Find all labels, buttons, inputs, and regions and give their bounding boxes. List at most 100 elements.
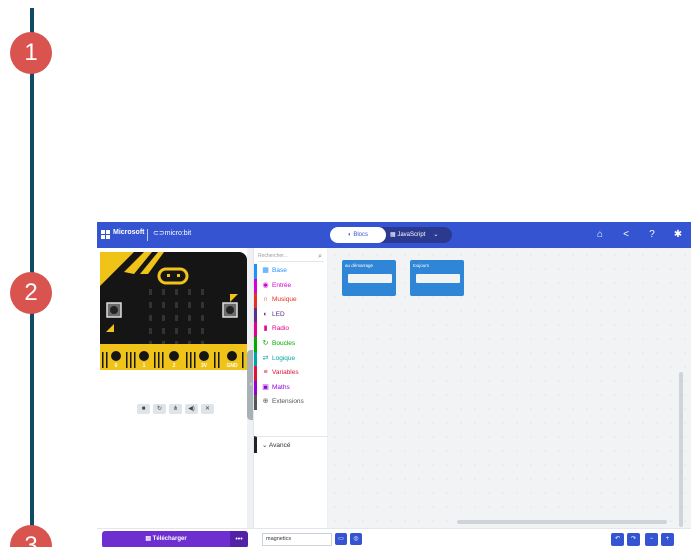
- category-label: Logique: [272, 354, 296, 362]
- loop-icon: ↻: [262, 339, 269, 347]
- on-start-label: au démarrage: [345, 263, 374, 268]
- editor-toggle: ◐ Blocs ▦ JavaScript ⌄: [330, 227, 452, 243]
- category-variables[interactable]: ≡ Variables: [254, 366, 328, 381]
- microbit-label: micro:bit: [164, 230, 192, 237]
- category-avance[interactable]: ⌄ Avancé: [254, 436, 328, 453]
- microbit-board[interactable]: 0 1 2 3V GND: [100, 252, 247, 370]
- category-label: LED: [272, 310, 285, 318]
- shuffle-icon: ⇄: [262, 354, 269, 362]
- project-name-input[interactable]: magnetics: [262, 533, 332, 546]
- page: 1 2 3 Microsoft ⊂⊃micro:bit ◐ Blocs ▦ Ja…: [0, 0, 691, 547]
- pin-gnd-label: GND: [226, 363, 238, 369]
- zoom-out-icon: −: [649, 536, 654, 542]
- fullscreen-icon[interactable]: ✕: [201, 404, 214, 414]
- zoom-in-button[interactable]: +: [661, 533, 674, 546]
- category-label: Boucles: [272, 339, 296, 347]
- category-label: Radio: [272, 325, 289, 333]
- plus-icon: ⊕: [262, 398, 269, 406]
- category-maths[interactable]: ▣ Maths: [254, 380, 328, 396]
- pin-0-label: 0: [115, 363, 118, 369]
- category-label: Extensions: [272, 398, 304, 406]
- microsoft-logo-icon: [101, 230, 111, 240]
- share-icon[interactable]: <: [619, 228, 633, 242]
- simulator-panel: 0 1 2 3V GND ■ ↻ ⋔ ◀) ✕: [97, 248, 247, 547]
- github-icon: ◎: [353, 536, 359, 542]
- undo-button[interactable]: ↶: [611, 533, 624, 546]
- zoom-in-icon: +: [665, 536, 670, 542]
- pin-3v-label: 3V: [201, 363, 208, 369]
- blocks-workspace[interactable]: au démarrage toujours: [328, 248, 691, 528]
- category-boucles[interactable]: ↻ Boucles: [254, 336, 328, 352]
- tab-blocks[interactable]: ◐ Blocs: [330, 227, 386, 243]
- bottom-bar: ▤ Télécharger ••• magnetics ▭ ◎ ↶ ↷ − +: [97, 528, 691, 547]
- home-icon[interactable]: ⌂: [593, 228, 607, 242]
- step-marker-1: 1: [10, 32, 52, 74]
- category-radio[interactable]: ▮ Radio: [254, 322, 328, 337]
- slowmo-icon[interactable]: ⋔: [169, 404, 182, 414]
- chevron-left-icon: ‹: [249, 381, 253, 388]
- category-logique[interactable]: ⇄ Logique: [254, 351, 328, 367]
- input-icon: ◉: [262, 281, 269, 289]
- more-options-button[interactable]: •••: [230, 531, 248, 547]
- download-label: Télécharger: [152, 536, 187, 542]
- forever-slot: [416, 274, 460, 283]
- chevron-down-icon[interactable]: ⌄: [433, 232, 438, 238]
- forever-label: toujours: [413, 263, 430, 268]
- simulator-controls: ■ ↻ ⋔ ◀) ✕: [137, 404, 214, 414]
- category-label: Base: [272, 267, 287, 274]
- category-label: Maths: [272, 383, 290, 391]
- workspace-vertical-scrollbar[interactable]: [679, 372, 683, 527]
- github-button[interactable]: ◎: [350, 533, 362, 545]
- grid-icon: ▦: [262, 267, 269, 274]
- signal-icon: ▮: [263, 325, 268, 333]
- download-icon: ▤: [145, 536, 153, 542]
- top-icons: ⌂ < ? ✱: [593, 228, 685, 242]
- tab-javascript[interactable]: ▦ JavaScript ⌄: [390, 227, 448, 243]
- category-led[interactable]: ◐ LED: [254, 307, 328, 323]
- category-label: Musique: [272, 296, 297, 304]
- sound-icon[interactable]: ◀): [185, 404, 198, 414]
- calculator-icon: ▣: [262, 383, 269, 391]
- search-input[interactable]: Rechercher...: [258, 253, 288, 259]
- category-extensions[interactable]: ⊕ Extensions: [254, 395, 328, 410]
- list-icon: ≡: [263, 369, 268, 377]
- microsoft-label: Microsoft: [113, 229, 145, 236]
- redo-icon: ↷: [630, 536, 637, 542]
- category-entree[interactable]: ◉ Entrée: [254, 278, 328, 294]
- category-list: ▦ Base ◉ Entrée ∩ Musique ◐ LED ▮ Radio ↻ Bouc…: [254, 264, 328, 410]
- help-icon[interactable]: ?: [645, 228, 659, 242]
- brand-divider: [147, 229, 148, 241]
- chevron-down-icon: ⌄: [262, 442, 269, 449]
- category-base[interactable]: ▦ Base: [254, 264, 328, 279]
- on-start-block[interactable]: au démarrage: [342, 260, 396, 296]
- toolbox: Rechercher... ⌕ ▦ Base ◉ Entrée ∩ Musique ◐…: [253, 248, 328, 528]
- toggle-icon: ◐: [263, 310, 268, 318]
- save-icon: ▭: [338, 536, 344, 542]
- workspace-horizontal-scrollbar[interactable]: [457, 520, 667, 524]
- on-start-slot: [348, 274, 392, 283]
- makecode-editor: Microsoft ⊂⊃micro:bit ◐ Blocs ▦ JavaScri…: [97, 222, 691, 547]
- search-icon[interactable]: ⌕: [318, 251, 322, 262]
- toolbox-search[interactable]: Rechercher... ⌕: [258, 251, 324, 262]
- step-marker-3: 3: [10, 525, 52, 547]
- tab-blocks-label: Blocs: [353, 232, 368, 238]
- settings-icon[interactable]: ✱: [671, 228, 685, 242]
- download-button[interactable]: ▤ Télécharger: [102, 531, 230, 547]
- pin-2-label: 2: [173, 363, 176, 369]
- restart-icon[interactable]: ↻: [153, 404, 166, 414]
- category-label: Variables: [272, 369, 299, 377]
- undo-icon: ↶: [614, 536, 621, 542]
- category-label: Entrée: [272, 281, 292, 289]
- zoom-out-button[interactable]: −: [645, 533, 658, 546]
- forever-block[interactable]: toujours: [410, 260, 464, 296]
- step-marker-2: 2: [10, 272, 52, 314]
- tab-javascript-label: JavaScript: [397, 232, 426, 238]
- category-label: Avancé: [268, 442, 291, 449]
- stop-icon[interactable]: ■: [137, 404, 150, 414]
- redo-button[interactable]: ↷: [627, 533, 640, 546]
- top-bar: Microsoft ⊂⊃micro:bit ◐ Blocs ▦ JavaScri…: [97, 222, 691, 248]
- category-musique[interactable]: ∩ Musique: [254, 293, 328, 308]
- save-button[interactable]: ▭: [335, 533, 347, 545]
- microbit-logo[interactable]: ⊂⊃micro:bit: [153, 229, 191, 237]
- pin-1-label: 1: [143, 363, 146, 369]
